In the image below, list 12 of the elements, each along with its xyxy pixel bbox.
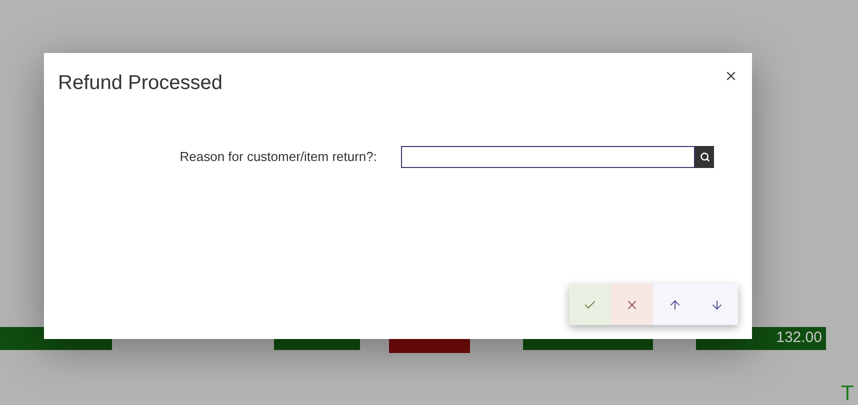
confirm-button[interactable] <box>569 284 611 325</box>
close-button[interactable] <box>724 69 738 83</box>
move-up-button[interactable] <box>653 284 696 325</box>
close-icon <box>724 69 738 83</box>
total-label: T <box>841 383 854 404</box>
search-icon <box>700 152 710 162</box>
search-button[interactable] <box>695 146 714 168</box>
cancel-button[interactable] <box>611 284 653 325</box>
dialog-title: Refund Processed <box>58 71 223 96</box>
move-down-button[interactable] <box>696 284 738 325</box>
field-label: Reason for customer/item return?: <box>178 148 378 166</box>
reason-search-field[interactable] <box>401 146 714 168</box>
